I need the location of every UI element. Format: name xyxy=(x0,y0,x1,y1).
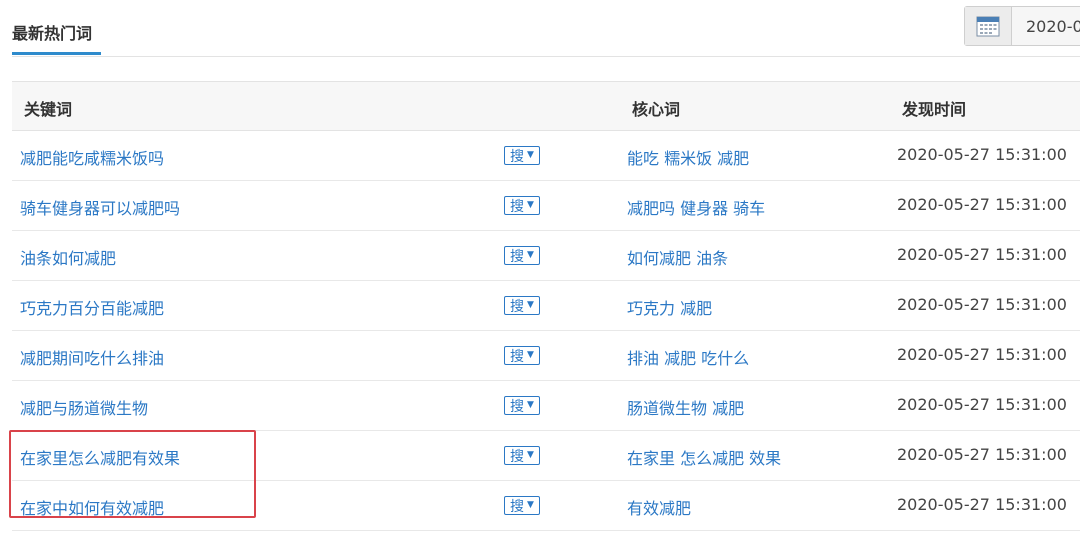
search-label: 搜 xyxy=(510,398,525,415)
search-dropdown-button[interactable]: 搜 ▼ xyxy=(504,346,540,365)
table-header: 关键词 核心词 发现时间 xyxy=(12,82,1080,131)
active-tab-indicator xyxy=(12,52,101,55)
core-words-link[interactable]: 排油 减肥 吃什么 xyxy=(627,345,749,369)
table-row: 减肥能吃咸糯米饭吗 搜 ▼ 能吃 糯米饭 减肥 2020-05-27 15:31:00 xyxy=(12,131,1080,181)
keyword-link[interactable]: 减肥能吃咸糯米饭吗 xyxy=(20,145,164,169)
caret-down-icon: ▼ xyxy=(527,400,534,410)
highlight-annotation xyxy=(9,430,256,518)
search-dropdown-button[interactable]: 搜 ▼ xyxy=(504,296,540,315)
search-dropdown-button[interactable]: 搜 ▼ xyxy=(504,496,540,515)
date-value[interactable]: 2020-04 xyxy=(1012,17,1080,36)
discovery-time: 2020-05-27 15:31:00 xyxy=(897,195,1067,214)
search-dropdown-button[interactable]: 搜 ▼ xyxy=(504,146,540,165)
table-row: 巧克力百分百能减肥 搜 ▼ 巧克力 减肥 2020-05-27 15:31:00 xyxy=(12,281,1080,331)
core-words-link[interactable]: 减肥吗 健身器 骑车 xyxy=(627,195,765,219)
tab-divider xyxy=(12,56,1080,57)
table-row: 油条如何减肥 搜 ▼ 如何减肥 油条 2020-05-27 15:31:00 xyxy=(12,231,1080,281)
discovery-time: 2020-05-27 15:31:00 xyxy=(897,345,1067,364)
discovery-time: 2020-05-27 15:31:00 xyxy=(897,495,1067,514)
caret-down-icon: ▼ xyxy=(527,200,534,210)
search-label: 搜 xyxy=(510,248,525,265)
discovery-time: 2020-05-27 15:31:00 xyxy=(897,245,1067,264)
search-label: 搜 xyxy=(510,198,525,215)
calendar-icon[interactable] xyxy=(965,7,1012,45)
core-words-link[interactable]: 在家里 怎么减肥 效果 xyxy=(627,445,781,469)
discovery-time: 2020-05-27 15:31:00 xyxy=(897,395,1067,414)
discovery-time: 2020-05-27 15:31:00 xyxy=(897,295,1067,314)
caret-down-icon: ▼ xyxy=(527,450,534,460)
keyword-link[interactable]: 巧克力百分百能减肥 xyxy=(20,295,164,319)
table-row: 减肥期间吃什么排油 搜 ▼ 排油 减肥 吃什么 2020-05-27 15:31:00 xyxy=(12,331,1080,381)
core-words-link[interactable]: 巧克力 减肥 xyxy=(627,295,712,319)
search-label: 搜 xyxy=(510,448,525,465)
table-row: 减肥与肠道微生物 搜 ▼ 肠道微生物 减肥 2020-05-27 15:31:00 xyxy=(12,381,1080,431)
core-words-link[interactable]: 能吃 糯米饭 减肥 xyxy=(627,145,749,169)
header-core-word: 核心词 xyxy=(632,100,681,119)
caret-down-icon: ▼ xyxy=(527,250,534,260)
keyword-link[interactable]: 骑车健身器可以减肥吗 xyxy=(20,195,180,219)
search-dropdown-button[interactable]: 搜 ▼ xyxy=(504,246,540,265)
caret-down-icon: ▼ xyxy=(527,500,534,510)
core-words-link[interactable]: 有效减肥 xyxy=(627,495,691,519)
core-words-link[interactable]: 如何减肥 油条 xyxy=(627,245,728,269)
caret-down-icon: ▼ xyxy=(527,150,534,160)
keyword-link[interactable]: 减肥与肠道微生物 xyxy=(20,395,148,419)
caret-down-icon: ▼ xyxy=(527,350,534,360)
search-label: 搜 xyxy=(510,348,525,365)
header-discovery-time: 发现时间 xyxy=(902,100,967,119)
tab-latest-hot-words[interactable]: 最新热门词 xyxy=(12,20,92,44)
date-picker[interactable]: 2020-04 xyxy=(964,6,1080,46)
search-label: 搜 xyxy=(510,148,525,165)
search-dropdown-button[interactable]: 搜 ▼ xyxy=(504,396,540,415)
search-dropdown-button[interactable]: 搜 ▼ xyxy=(504,196,540,215)
core-words-link[interactable]: 肠道微生物 减肥 xyxy=(627,395,744,419)
search-label: 搜 xyxy=(510,498,525,515)
caret-down-icon: ▼ xyxy=(527,300,534,310)
keyword-link[interactable]: 减肥期间吃什么排油 xyxy=(20,345,164,369)
search-label: 搜 xyxy=(510,298,525,315)
discovery-time: 2020-05-27 15:31:00 xyxy=(897,145,1067,164)
keyword-link[interactable]: 油条如何减肥 xyxy=(20,245,116,269)
header-keyword: 关键词 xyxy=(24,100,73,119)
table-row: 骑车健身器可以减肥吗 搜 ▼ 减肥吗 健身器 骑车 2020-05-27 15:31:0… xyxy=(12,181,1080,231)
search-dropdown-button[interactable]: 搜 ▼ xyxy=(504,446,540,465)
discovery-time: 2020-05-27 15:31:00 xyxy=(897,445,1067,464)
